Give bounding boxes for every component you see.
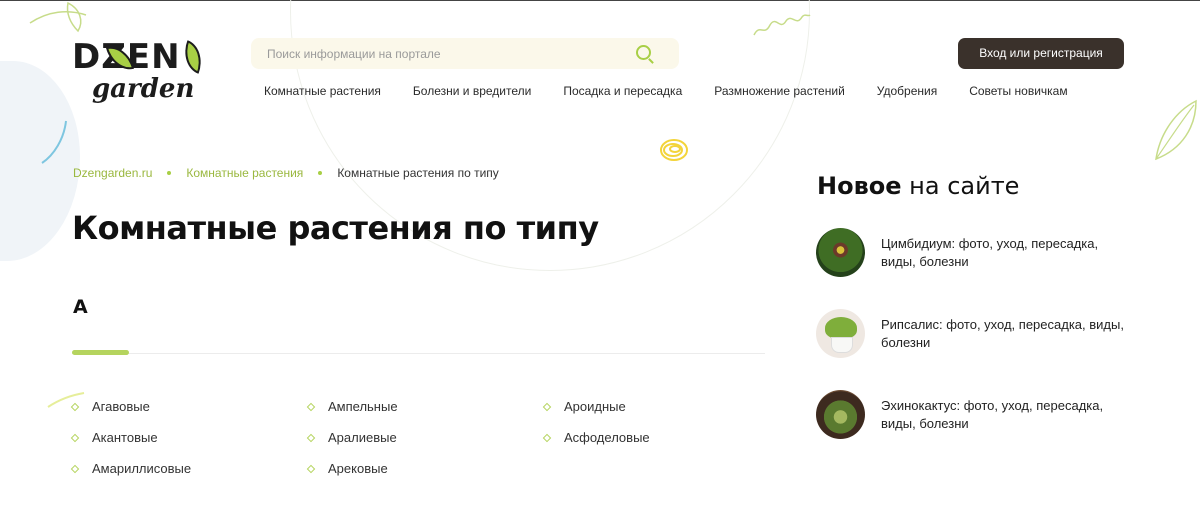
category-link[interactable]: Арековые (306, 461, 388, 476)
category-link[interactable]: Асфоделовые (542, 430, 650, 445)
search-icon[interactable] (636, 45, 651, 60)
decorative-blob (0, 61, 80, 261)
decorative-arc-icon (41, 120, 67, 164)
news-item[interactable]: Цимбидиум: фото, уход, пересадка, виды, … (816, 228, 1131, 277)
section-divider (72, 353, 765, 354)
logo-wordmark-bottom: garden (92, 74, 195, 104)
news-thumbnail-orchid (816, 228, 865, 277)
news-thumbnail-cactus (816, 390, 865, 439)
category-label: Акантовые (92, 430, 158, 445)
news-item-title: Рипсалис: фото, уход, пересадка, виды, б… (881, 316, 1124, 350)
category-label: Амариллисовые (92, 461, 192, 476)
category-link[interactable]: Акантовые (70, 430, 158, 445)
bullet-diamond-icon (70, 464, 80, 473)
category-label: Агавовые (92, 399, 150, 414)
decorative-leaf-icon (29, 1, 87, 33)
news-item-title: Эхинокактус: фото, уход, пересадка, виды… (881, 397, 1104, 431)
nav-item-diseases-pests[interactable]: Болезни и вредители (413, 84, 531, 98)
category-label: Аралиевые (328, 430, 397, 445)
news-item-title: Цимбидиум: фото, уход, пересадка, виды, … (881, 235, 1099, 269)
category-link[interactable]: Аралиевые (306, 430, 397, 445)
category-link[interactable]: Амариллисовые (70, 461, 192, 476)
section-divider-accent (72, 350, 129, 355)
sidebar-title: Новое на сайте (817, 172, 1019, 200)
bullet-diamond-icon (306, 433, 316, 442)
news-item[interactable]: Эхинокактус: фото, уход, пересадка, виды… (816, 390, 1131, 439)
breadcrumb-home[interactable]: Dzengarden.ru (73, 166, 152, 180)
page-title: Комнатные растения по типу (72, 209, 599, 247)
decorative-leaf-right-icon (1155, 99, 1197, 161)
search-input[interactable] (251, 38, 631, 69)
breadcrumb-current: Комнатные растения по типу (337, 166, 499, 180)
bullet-diamond-icon (70, 402, 80, 411)
breadcrumb: Dzengarden.ru Комнатные растения Комнатн… (73, 166, 499, 180)
logo-leaf-icon (177, 40, 209, 74)
category-link[interactable]: Ароидные (542, 399, 626, 414)
category-label: Асфоделовые (564, 430, 650, 445)
category-link[interactable]: Ампельные (306, 399, 398, 414)
decorative-squiggle-icon (753, 14, 811, 36)
category-label: Арековые (328, 461, 388, 476)
bullet-diamond-icon (70, 433, 80, 442)
category-link[interactable]: Агавовые (70, 399, 150, 414)
decorative-scribble-icon (660, 139, 688, 161)
bullet-diamond-icon (542, 433, 552, 442)
nav-item-beginner-tips[interactable]: Советы новичкам (969, 84, 1067, 98)
search-box (251, 38, 679, 69)
news-thumbnail-rhipsalis (816, 309, 865, 358)
nav-item-houseplants[interactable]: Комнатные растения (264, 84, 381, 98)
nav-item-propagation[interactable]: Размножение растений (714, 84, 845, 98)
category-label: Ампельные (328, 399, 398, 414)
sidebar-title-bold: Новое (817, 172, 902, 200)
nav-item-planting[interactable]: Посадка и пересадка (563, 84, 682, 98)
breadcrumb-houseplants[interactable]: Комнатные растения (186, 166, 303, 180)
breadcrumb-separator (167, 171, 172, 175)
sidebar-title-rest: на сайте (901, 172, 1020, 200)
bullet-diamond-icon (542, 402, 552, 411)
main-nav: Комнатные растения Болезни и вредители П… (264, 84, 1068, 98)
bullet-diamond-icon (306, 464, 316, 473)
nav-item-fertilizers[interactable]: Удобрения (877, 84, 937, 98)
bullet-diamond-icon (306, 402, 316, 411)
section-letter: А (73, 296, 88, 318)
news-item[interactable]: Рипсалис: фото, уход, пересадка, виды, б… (816, 309, 1131, 358)
login-register-button[interactable]: Вход или регистрация (958, 38, 1124, 69)
site-logo[interactable]: DZEN garden (72, 39, 212, 105)
category-label: Ароидные (564, 399, 626, 414)
breadcrumb-separator (318, 171, 323, 175)
